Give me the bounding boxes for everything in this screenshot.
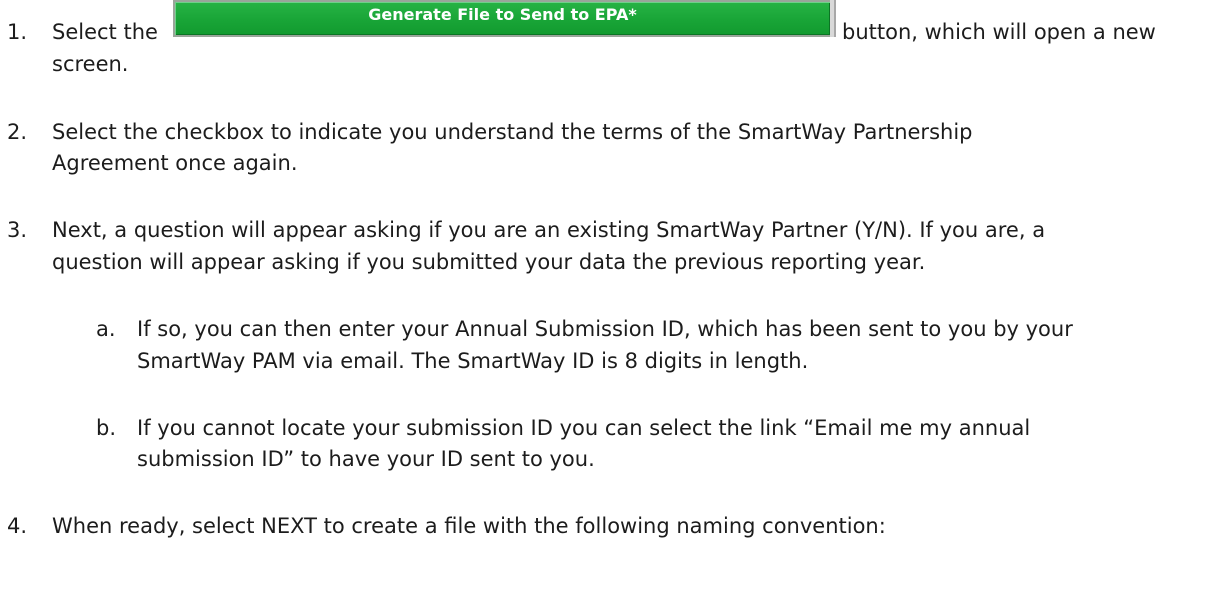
step-1-number: 1. (7, 20, 28, 44)
step-3b-letter: b. (96, 416, 117, 440)
step-1-text-after: button, which will open a new (842, 20, 1156, 44)
step-3a-line-1: If so, you can then enter your Annual Su… (137, 317, 1073, 341)
step-1-continuation: screen. (52, 52, 129, 76)
generate-file-button[interactable]: Generate File to Send to EPA* (173, 0, 836, 37)
step-4-number: 4. (7, 514, 28, 538)
step-3b-line-1: If you cannot locate your submission ID … (137, 416, 1031, 440)
step-3-line-1: Next, a question will appear asking if y… (52, 218, 1046, 242)
step-3-line-2: question will appear asking if you submi… (52, 250, 926, 274)
step-1-text-before: Select the (52, 20, 158, 44)
step-2-number: 2. (7, 120, 28, 144)
step-3b-line-2: submission ID” to have your ID sent to y… (137, 447, 595, 471)
step-2-line-2: Agreement once again. (52, 151, 298, 175)
step-3a-letter: a. (96, 317, 116, 341)
step-1: 1. Select the Generate File to Send to E… (0, 0, 1215, 80)
step-2-line-1: Select the checkbox to indicate you unde… (52, 120, 973, 144)
step-3a-line-2: SmartWay PAM via email. The SmartWay ID … (137, 349, 809, 373)
step-3-number: 3. (7, 218, 28, 242)
step-4-line-1: When ready, select NEXT to create a file… (52, 514, 886, 538)
